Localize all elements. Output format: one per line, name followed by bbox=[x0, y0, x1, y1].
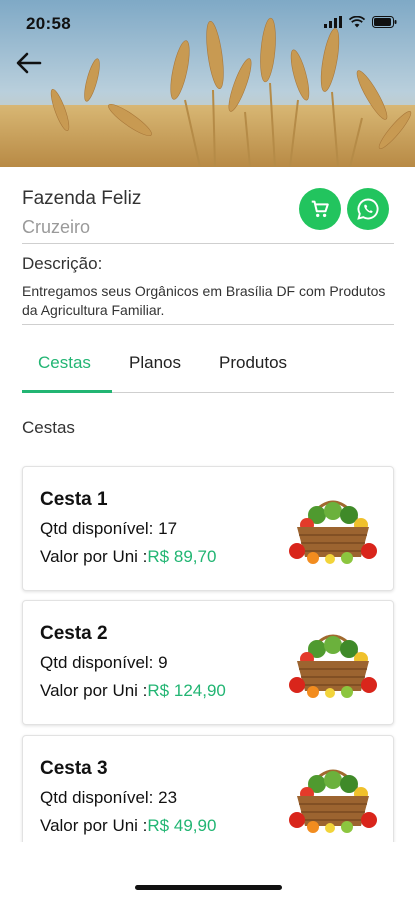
tab-planos[interactable]: Planos bbox=[129, 353, 181, 373]
back-arrow-icon bbox=[16, 52, 42, 74]
status-bar: 20:58 bbox=[0, 0, 415, 48]
basket-name: Cesta 3 bbox=[40, 758, 108, 779]
basket-image bbox=[289, 634, 377, 698]
cart-button[interactable] bbox=[299, 188, 341, 230]
section-title: Cestas bbox=[22, 418, 75, 437]
basket-name: Cesta 2 bbox=[40, 623, 108, 644]
battery-icon bbox=[372, 16, 397, 28]
price-label: Valor por Uni : bbox=[40, 816, 148, 835]
basket-price: R$ 49,90 bbox=[147, 816, 217, 835]
basket-name: Cesta 1 bbox=[40, 489, 108, 510]
basket-quantity: Qtd disponível: 17 bbox=[40, 519, 178, 538]
basket-card-2[interactable]: Cesta 2 Qtd disponível: 9 Valor por Uni … bbox=[22, 600, 394, 725]
basket-price-line: Valor por Uni :R$ 89,70 bbox=[40, 547, 216, 567]
cart-icon bbox=[311, 200, 329, 218]
basket-image bbox=[289, 500, 377, 564]
description-text: Entregamos seus Orgânicos em Brasília DF… bbox=[22, 283, 386, 318]
whatsapp-icon bbox=[357, 198, 379, 220]
basket-image bbox=[289, 769, 377, 833]
basket-card-1[interactable]: Cesta 1 Qtd disponível: 17 Valor por Uni… bbox=[22, 466, 394, 591]
active-tab-indicator bbox=[22, 390, 112, 393]
back-button[interactable] bbox=[14, 48, 44, 78]
whatsapp-button[interactable] bbox=[347, 188, 389, 230]
home-indicator[interactable] bbox=[135, 885, 282, 890]
divider-top bbox=[22, 243, 394, 244]
status-icons bbox=[324, 16, 397, 28]
price-label: Valor por Uni : bbox=[40, 681, 148, 700]
status-time: 20:58 bbox=[26, 14, 71, 33]
bottom-area bbox=[0, 842, 415, 900]
tab-cestas[interactable]: Cestas bbox=[38, 353, 91, 373]
basket-price: R$ 89,70 bbox=[147, 547, 217, 566]
farm-city: Cruzeiro bbox=[22, 217, 91, 237]
basket-price-line: Valor por Uni :R$ 49,90 bbox=[40, 816, 216, 836]
farm-name: Fazenda Feliz bbox=[22, 188, 142, 209]
price-label: Valor por Uni : bbox=[40, 547, 148, 566]
divider-description bbox=[22, 324, 394, 325]
basket-price: R$ 124,90 bbox=[147, 681, 226, 700]
basket-price-line: Valor por Uni :R$ 124,90 bbox=[40, 681, 226, 701]
basket-quantity: Qtd disponível: 23 bbox=[40, 788, 178, 807]
wifi-icon bbox=[349, 16, 365, 28]
basket-quantity: Qtd disponível: 9 bbox=[40, 653, 168, 672]
description-title: Descrição: bbox=[22, 254, 103, 273]
tab-produtos[interactable]: Produtos bbox=[219, 353, 287, 373]
signal-icon bbox=[324, 16, 342, 28]
